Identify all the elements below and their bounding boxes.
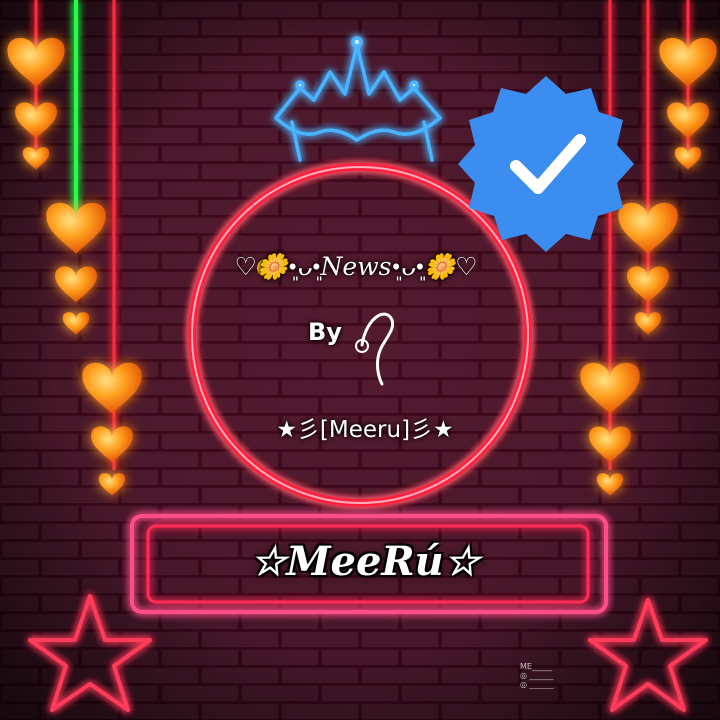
profile-artwork: ♡🌼•͈ᴗ•͈News•͈ᴗ•͈🌼♡ By ★彡[Meeru]彡★ ☆MeeRú… bbox=[0, 0, 720, 720]
watermark: ME_____ ◎ ______ ◎ ______ bbox=[520, 662, 554, 689]
verified-check-icon bbox=[458, 76, 634, 252]
watermark-line: ◎ ______ bbox=[520, 680, 554, 689]
banner-name: ☆MeeRú☆ bbox=[250, 538, 480, 585]
news-title: ♡🌼•͈ᴗ•͈News•͈ᴗ•͈🌼♡ bbox=[234, 252, 478, 281]
name-stylized: ★彡[Meeru]彡★ bbox=[276, 417, 454, 443]
watermark-line: ◎ ______ bbox=[520, 671, 554, 680]
watermark-line: ME_____ bbox=[520, 662, 552, 671]
by-label: By bbox=[308, 318, 342, 346]
